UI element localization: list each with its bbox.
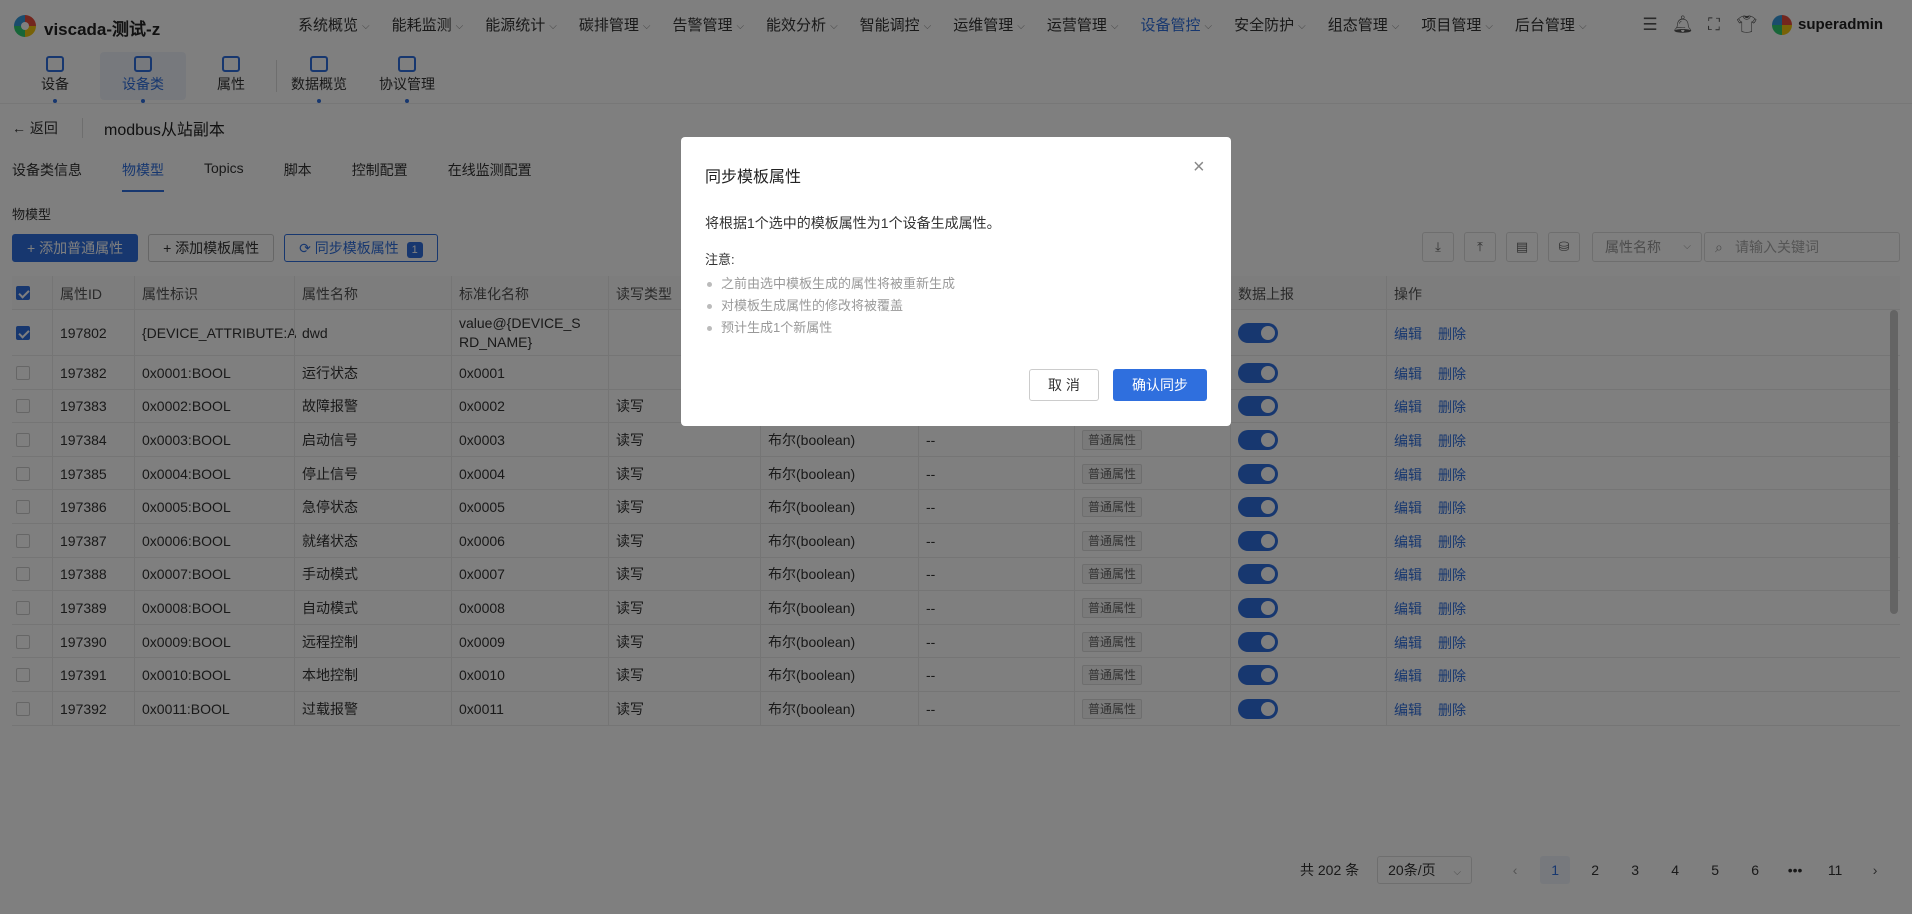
dialog-description: 将根据1个选中的模板属性为1个设备生成属性。 bbox=[705, 215, 1001, 231]
dialog-note-label: 注意: bbox=[705, 252, 735, 267]
dialog-title: 同步模板属性 bbox=[705, 169, 802, 186]
dialog-notes: 之前由选中模板生成的属性将被重新生成 对模板生成属性的修改将被覆盖 预计生成1个… bbox=[705, 273, 955, 339]
close-icon[interactable]: × bbox=[1193, 157, 1205, 177]
dialog-note: 对模板生成属性的修改将被覆盖 bbox=[705, 295, 955, 317]
confirm-sync-button[interactable]: 确认同步 bbox=[1113, 369, 1207, 401]
cancel-button[interactable]: 取 消 bbox=[1029, 369, 1099, 401]
dialog-note: 之前由选中模板生成的属性将被重新生成 bbox=[705, 273, 955, 295]
dialog-note: 预计生成1个新属性 bbox=[705, 317, 955, 339]
sync-template-dialog: 同步模板属性 × 将根据1个选中的模板属性为1个设备生成属性。 注意: 之前由选… bbox=[681, 137, 1231, 426]
